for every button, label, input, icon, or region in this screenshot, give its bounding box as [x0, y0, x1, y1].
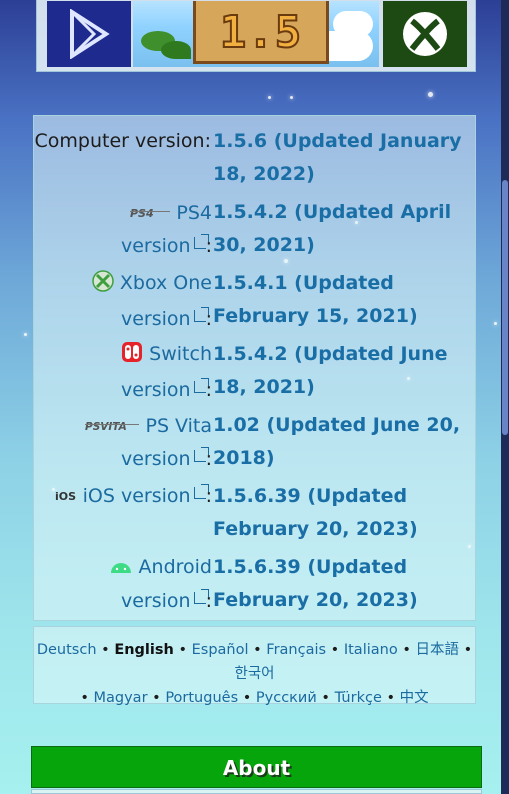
- version-value[interactable]: 1.5.4.2 (Updated April 30, 2021): [213, 196, 475, 262]
- separator: •: [463, 642, 473, 658]
- google-play-tile[interactable]: [47, 1, 131, 67]
- platform-suffix[interactable]: version: [121, 448, 191, 470]
- ps4-logo-icon: PS4: [130, 196, 171, 229]
- platform-name[interactable]: Android: [139, 556, 212, 578]
- platform-suffix[interactable]: version: [121, 308, 191, 330]
- platform-label[interactable]: PSVITA PS Vita version:: [37, 409, 212, 476]
- xbox-logo-icon: [92, 270, 114, 303]
- language-selector: Deutsch • English • Español • Français •…: [33, 626, 476, 706]
- about-section-body-edge: [31, 789, 482, 794]
- platform-name: Computer version: [34, 130, 205, 152]
- external-link-icon: [193, 234, 209, 249]
- platform-name[interactable]: PS Vita: [145, 415, 212, 437]
- version-art-tile[interactable]: 1.5: [133, 1, 379, 67]
- platform-name[interactable]: Switch: [149, 343, 212, 365]
- android-logo-icon: [110, 552, 132, 585]
- language-link-pt[interactable]: Português: [165, 690, 238, 706]
- platform-name[interactable]: PS4: [176, 202, 212, 224]
- separator: •: [80, 690, 89, 706]
- external-link-icon: [193, 589, 209, 604]
- scrollbar-thumb[interactable]: [502, 180, 508, 435]
- versions-table: Computer version: 1.5.6 (Updated January…: [33, 115, 476, 621]
- external-link-icon: [193, 307, 209, 322]
- scrollbar[interactable]: [501, 0, 509, 794]
- about-section-header: About: [31, 746, 482, 788]
- separator: •: [152, 690, 161, 706]
- xbox-tile[interactable]: [383, 1, 467, 67]
- separator: •: [402, 642, 411, 658]
- platform-label[interactable]: Android version:: [37, 551, 212, 618]
- svg-text:PS4: PS4: [130, 207, 154, 218]
- platform-label[interactable]: Switch version:: [37, 338, 212, 407]
- separator: •: [330, 642, 340, 658]
- version-value[interactable]: 1.02 (Updated June 20, 2018): [213, 409, 475, 475]
- language-link-de[interactable]: Deutsch: [37, 642, 97, 658]
- separator: •: [101, 642, 110, 658]
- version-sign: 1.5: [193, 1, 329, 64]
- version-value[interactable]: 1.5.6 (Updated January 18, 2022): [213, 125, 475, 191]
- switch-logo-icon: [121, 341, 143, 374]
- svg-text:PSVITA: PSVITA: [85, 421, 127, 431]
- platform-label: Computer version:: [34, 130, 212, 152]
- language-link-hu[interactable]: Magyar: [94, 690, 148, 706]
- version-art-number: 1.5: [219, 6, 303, 59]
- separator: •: [178, 642, 187, 658]
- platform-label[interactable]: PS4 PS4 version:: [37, 196, 212, 263]
- external-link-icon: [193, 484, 209, 499]
- separator: •: [386, 690, 396, 706]
- version-value[interactable]: 1.5.6.39 (Updated February 20, 2023): [213, 480, 475, 546]
- platform-suffix[interactable]: version: [121, 590, 191, 612]
- separator: •: [253, 642, 262, 658]
- platform-banner: 1.5: [36, 0, 476, 72]
- language-link-fr[interactable]: Français: [266, 642, 326, 658]
- separator: •: [321, 690, 330, 706]
- external-link-icon: [193, 447, 209, 462]
- language-link-tr[interactable]: Türkçe: [335, 690, 382, 706]
- version-value[interactable]: 1.5.4.1 (Updated February 15, 2021): [213, 267, 475, 333]
- xbox-icon: [403, 12, 447, 56]
- language-link-ja[interactable]: 日本語: [415, 642, 459, 658]
- language-link-it[interactable]: Italiano: [344, 642, 398, 658]
- external-link-icon: [193, 378, 209, 393]
- version-value[interactable]: 1.5.6.39 (Updated February 20, 2023): [213, 551, 475, 617]
- svg-text:iOS: iOS: [55, 490, 76, 501]
- separator: •: [242, 690, 252, 706]
- language-link-es[interactable]: Español: [192, 642, 249, 658]
- language-link-ru[interactable]: Русский: [256, 690, 317, 706]
- language-link-ko[interactable]: 한국어: [234, 666, 274, 682]
- version-value[interactable]: 1.5.4.2 (Updated June 18, 2021): [213, 338, 475, 404]
- language-link-zh[interactable]: 中文: [400, 690, 429, 706]
- google-play-icon: [70, 9, 110, 59]
- psvita-logo-icon: PSVITA: [85, 409, 140, 442]
- platform-label[interactable]: Xbox One version:: [37, 267, 212, 336]
- ios-logo-icon: iOS: [55, 481, 77, 514]
- platform-name[interactable]: iOS version: [83, 485, 191, 507]
- platform-suffix[interactable]: version: [121, 235, 191, 257]
- platform-suffix[interactable]: version: [121, 379, 191, 401]
- platform-name[interactable]: Xbox One: [120, 272, 212, 294]
- language-current-en: English: [114, 642, 174, 658]
- platform-label[interactable]: iOS iOS version:: [12, 480, 212, 514]
